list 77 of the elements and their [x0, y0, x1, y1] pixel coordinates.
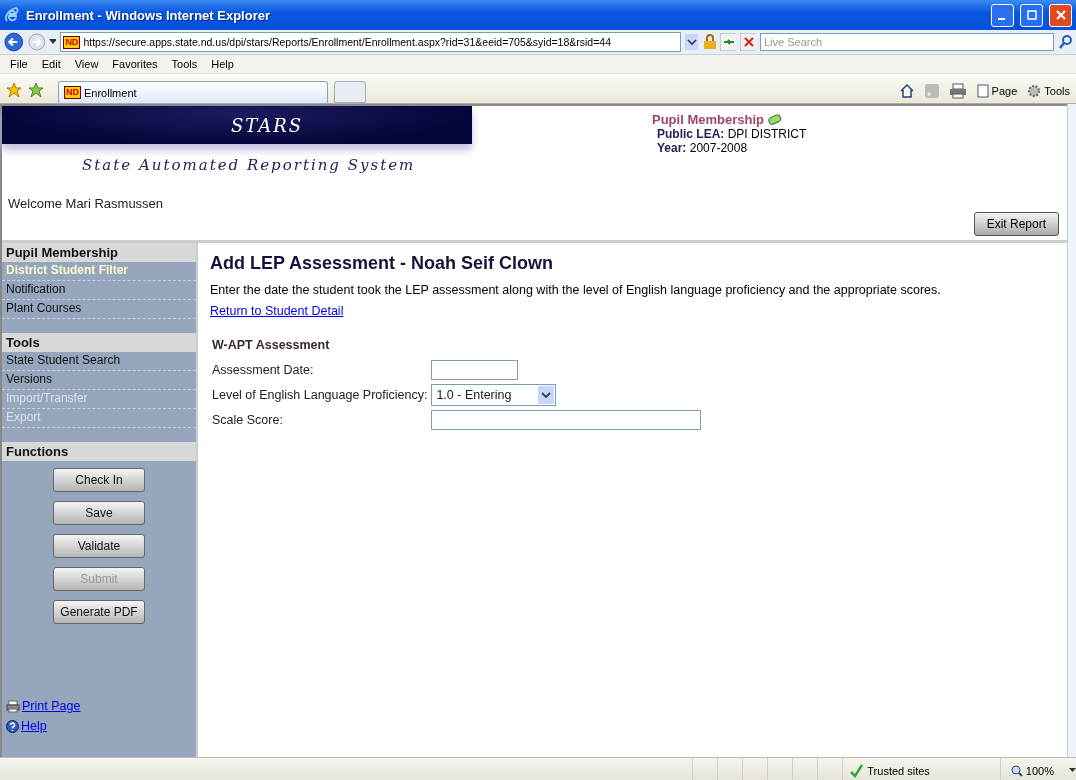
add-favorite-icon[interactable] — [28, 82, 44, 98]
home-icon[interactable] — [898, 83, 915, 99]
padlock-icon[interactable] — [701, 34, 716, 50]
printer-icon — [6, 699, 20, 713]
input-field[interactable] — [431, 360, 519, 380]
menu-item[interactable]: File — [10, 58, 28, 70]
footer-link[interactable]: Help — [21, 719, 47, 733]
menu-item[interactable]: Favorites — [112, 58, 158, 70]
section-header: Pupil Membership — [2, 243, 196, 262]
browser-tab[interactable]: ND Enrollment — [58, 81, 328, 103]
proficiency-select[interactable]: 1.0 - Entering — [431, 384, 557, 406]
menu-item[interactable]: Help — [211, 58, 234, 70]
site-badge: ND — [63, 35, 81, 49]
help-icon — [6, 719, 19, 733]
logo-subtitle: State Automated Reporting System — [82, 156, 417, 174]
exit-report-button[interactable]: Exit Report — [973, 212, 1059, 236]
welcome-text: Welcome Mari Rasmussen — [8, 196, 165, 211]
sidebar-item[interactable]: Versions — [2, 371, 196, 390]
back-button[interactable] — [4, 31, 24, 53]
lea-label: Public LEA: — [657, 127, 725, 141]
module-title: Pupil Membership — [652, 112, 764, 127]
form-section-title: W-APT Assessment — [212, 338, 331, 352]
lea-value: DPI DISTRICT — [727, 127, 807, 141]
field-label: Level of English Language Proficiency: — [212, 388, 428, 402]
logo-title: STARS — [230, 114, 304, 136]
minimize-icon — [997, 18, 1005, 20]
sidebar-item[interactable]: State Student Search — [2, 352, 196, 371]
page-menu[interactable]: Page — [976, 84, 1018, 98]
window-title: Enrollment - Windows Internet Explorer — [26, 7, 272, 23]
input-field[interactable] — [431, 410, 702, 430]
menu-item[interactable]: Tools — [171, 58, 198, 70]
checkmark-icon — [849, 763, 864, 778]
page-icon — [976, 84, 989, 98]
field-label: Scale Score: — [212, 413, 284, 427]
security-zone: Trusted sites — [867, 764, 930, 777]
section-header: Functions — [2, 442, 196, 461]
refresh-icon[interactable] — [720, 33, 736, 51]
maximize-button[interactable] — [1020, 3, 1043, 27]
search-field[interactable]: Live Search — [759, 33, 1054, 51]
year-label: Year: — [657, 141, 687, 155]
site-badge: ND — [64, 86, 81, 99]
return-link[interactable]: Return to Student Detail — [210, 304, 344, 318]
year-value: 2007-2008 — [689, 141, 748, 155]
scrollbar[interactable] — [1067, 104, 1076, 757]
page-title: Add LEP Assessment - Noah Seif Clown — [210, 253, 555, 274]
field-label: Assessment Date: — [212, 363, 315, 377]
function-button[interactable]: Check In — [53, 468, 145, 492]
close-button[interactable] — [1049, 3, 1072, 27]
dropdown-icon — [1069, 768, 1076, 773]
instructions-text: Enter the date the student took the LEP assessment along with the level of English language proficiency and the appropriate scores. — [210, 283, 942, 297]
menu-item[interactable]: Edit — [41, 58, 61, 70]
search-icon[interactable] — [1057, 34, 1072, 50]
url-text: https://secure.apps.state.nd.us/dpi/stars/Reports/Enrollment/Enrollment.aspx?rid=31&eeid=705&syid=18&rsid=44 — [83, 36, 611, 48]
eraser-icon — [766, 113, 783, 126]
sidebar-item[interactable]: Notification — [2, 281, 196, 300]
address-bar[interactable]: ND https://secure.apps.state.nd.us/dpi/stars/Reports/Enrollment/Enrollment.aspx?rid=31&eeid=705&syid=18&rsid=44 — [60, 32, 682, 52]
gear-icon — [1027, 84, 1042, 98]
tools-menu[interactable]: Tools — [1027, 84, 1070, 98]
dropdown-icon[interactable] — [685, 34, 698, 50]
zoom-control[interactable]: 100% — [999, 758, 1076, 780]
browser-logo-icon — [4, 7, 20, 23]
star-icon[interactable] — [6, 82, 22, 98]
function-button[interactable]: Generate PDF — [53, 600, 145, 624]
maximize-icon — [1026, 10, 1037, 20]
function-button[interactable]: Validate — [53, 534, 145, 558]
footer-link[interactable]: Print Page — [22, 699, 81, 713]
zoom-icon — [1010, 764, 1023, 777]
dropdown-icon[interactable] — [49, 39, 57, 45]
minimize-button[interactable] — [991, 3, 1014, 27]
function-button[interactable]: Save — [53, 501, 145, 525]
sidebar-item[interactable]: Plant Courses — [2, 300, 196, 319]
close-icon — [1055, 10, 1066, 20]
section-header: Tools — [2, 333, 196, 352]
dropdown-icon — [541, 391, 552, 399]
printer-icon[interactable] — [948, 83, 967, 99]
menu-item[interactable]: View — [74, 58, 99, 70]
stop-icon[interactable] — [740, 33, 756, 51]
